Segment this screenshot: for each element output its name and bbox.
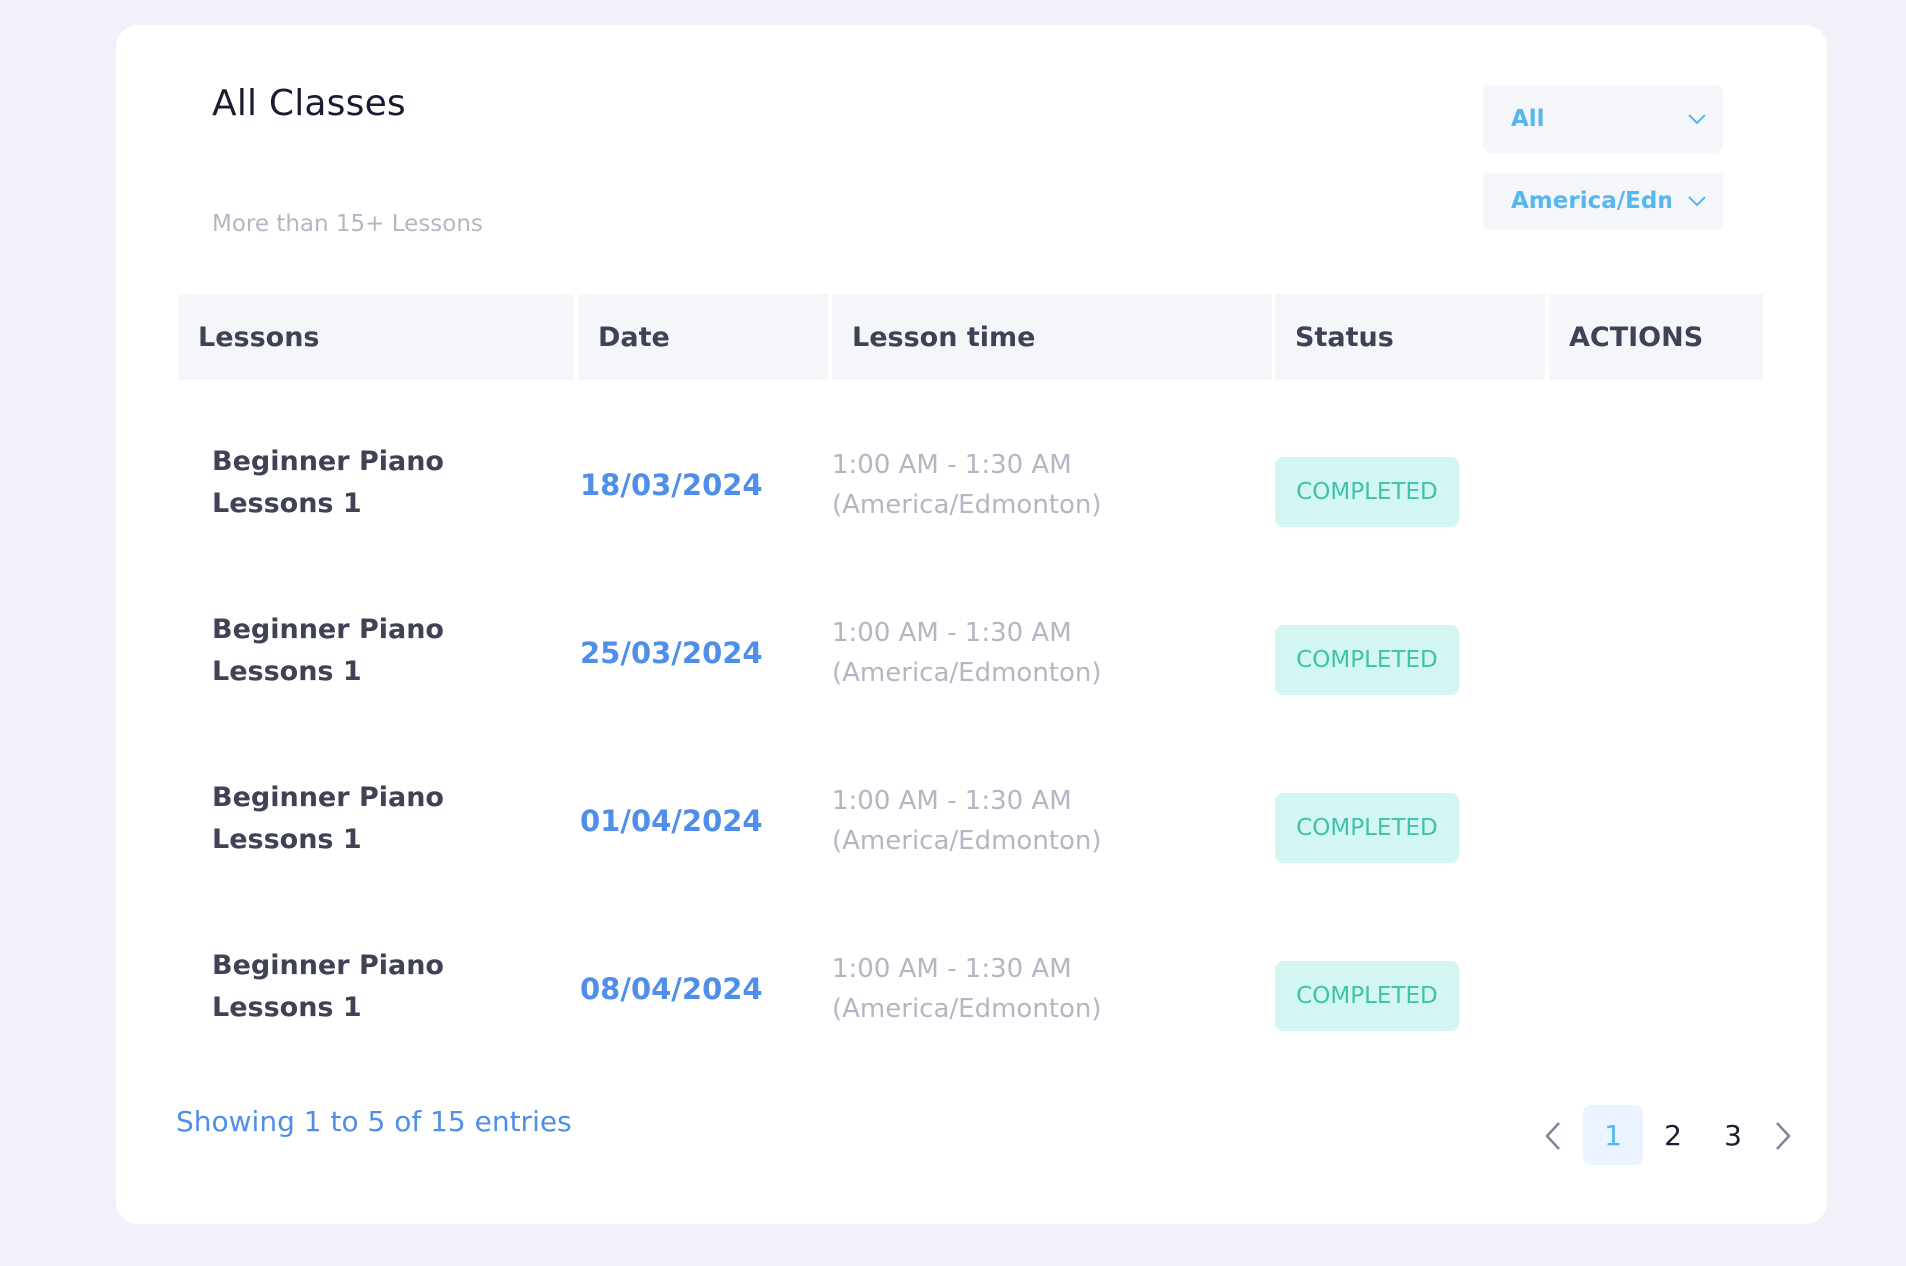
page-button-1[interactable]: 1 <box>1583 1105 1643 1165</box>
table-header: Lessons Date Lesson time Status ACTIONS <box>116 294 1827 380</box>
lesson-name[interactable]: Beginner Piano Lessons 1 <box>212 609 512 693</box>
lesson-time: 1:00 AM - 1:30 AM (America/Edmonton) <box>832 618 1102 688</box>
lesson-time: 1:00 AM - 1:30 AM (America/Edmonton) <box>832 954 1102 1024</box>
table-row: Beginner Piano Lessons 1 18/03/2024 1:00… <box>116 407 1827 575</box>
lesson-date: 08/04/2024 <box>580 972 763 1006</box>
all-classes-card: All Classes More than 15+ Lessons All Am… <box>116 25 1827 1224</box>
chevron-down-icon <box>1688 114 1706 125</box>
lesson-date: 18/03/2024 <box>580 468 763 502</box>
lessons-count-subtitle: More than 15+ Lessons <box>212 211 483 237</box>
timezone-filter-value: America/Edmonton <box>1511 188 1671 214</box>
chevron-right-icon[interactable] <box>1767 1119 1797 1153</box>
table-row: Beginner Piano Lessons 1 01/04/2024 1:00… <box>116 743 1827 911</box>
table-row: Beginner Piano Lessons 1 25/03/2024 1:00… <box>116 575 1827 743</box>
table-row: Beginner Piano Lessons 1 08/04/2024 1:00… <box>116 911 1827 1079</box>
timezone-filter-select[interactable]: America/Edmonton <box>1483 173 1723 229</box>
lesson-time: 1:00 AM - 1:30 AM (America/Edmonton) <box>832 450 1102 520</box>
page-button-3[interactable]: 3 <box>1703 1105 1763 1165</box>
chevron-down-icon <box>1688 196 1706 207</box>
column-header-date[interactable]: Date <box>578 294 828 380</box>
lesson-date: 25/03/2024 <box>580 636 763 670</box>
lesson-name[interactable]: Beginner Piano Lessons 1 <box>212 945 512 1029</box>
column-header-lessons[interactable]: Lessons <box>178 294 574 380</box>
chevron-left-icon[interactable] <box>1539 1119 1569 1153</box>
column-header-actions: ACTIONS <box>1549 294 1763 380</box>
entries-count-label: Showing 1 to 5 of 15 entries <box>176 1105 572 1138</box>
lesson-name[interactable]: Beginner Piano Lessons 1 <box>212 777 512 861</box>
lesson-time: 1:00 AM - 1:30 AM (America/Edmonton) <box>832 786 1102 856</box>
column-header-lesson-time[interactable]: Lesson time <box>832 294 1272 380</box>
status-filter-select[interactable]: All <box>1483 85 1723 153</box>
column-header-status[interactable]: Status <box>1275 294 1545 380</box>
page-title: All Classes <box>212 83 406 124</box>
status-filter-value: All <box>1511 106 1545 132</box>
status-badge: COMPLETED <box>1275 961 1459 1031</box>
lesson-name[interactable]: Beginner Piano Lessons 1 <box>212 441 512 525</box>
pagination: 1 2 3 <box>1527 1105 1827 1165</box>
status-badge: COMPLETED <box>1275 457 1459 527</box>
status-badge: COMPLETED <box>1275 625 1459 695</box>
status-badge: COMPLETED <box>1275 793 1459 863</box>
page-button-2[interactable]: 2 <box>1643 1105 1703 1165</box>
lesson-date: 01/04/2024 <box>580 804 763 838</box>
